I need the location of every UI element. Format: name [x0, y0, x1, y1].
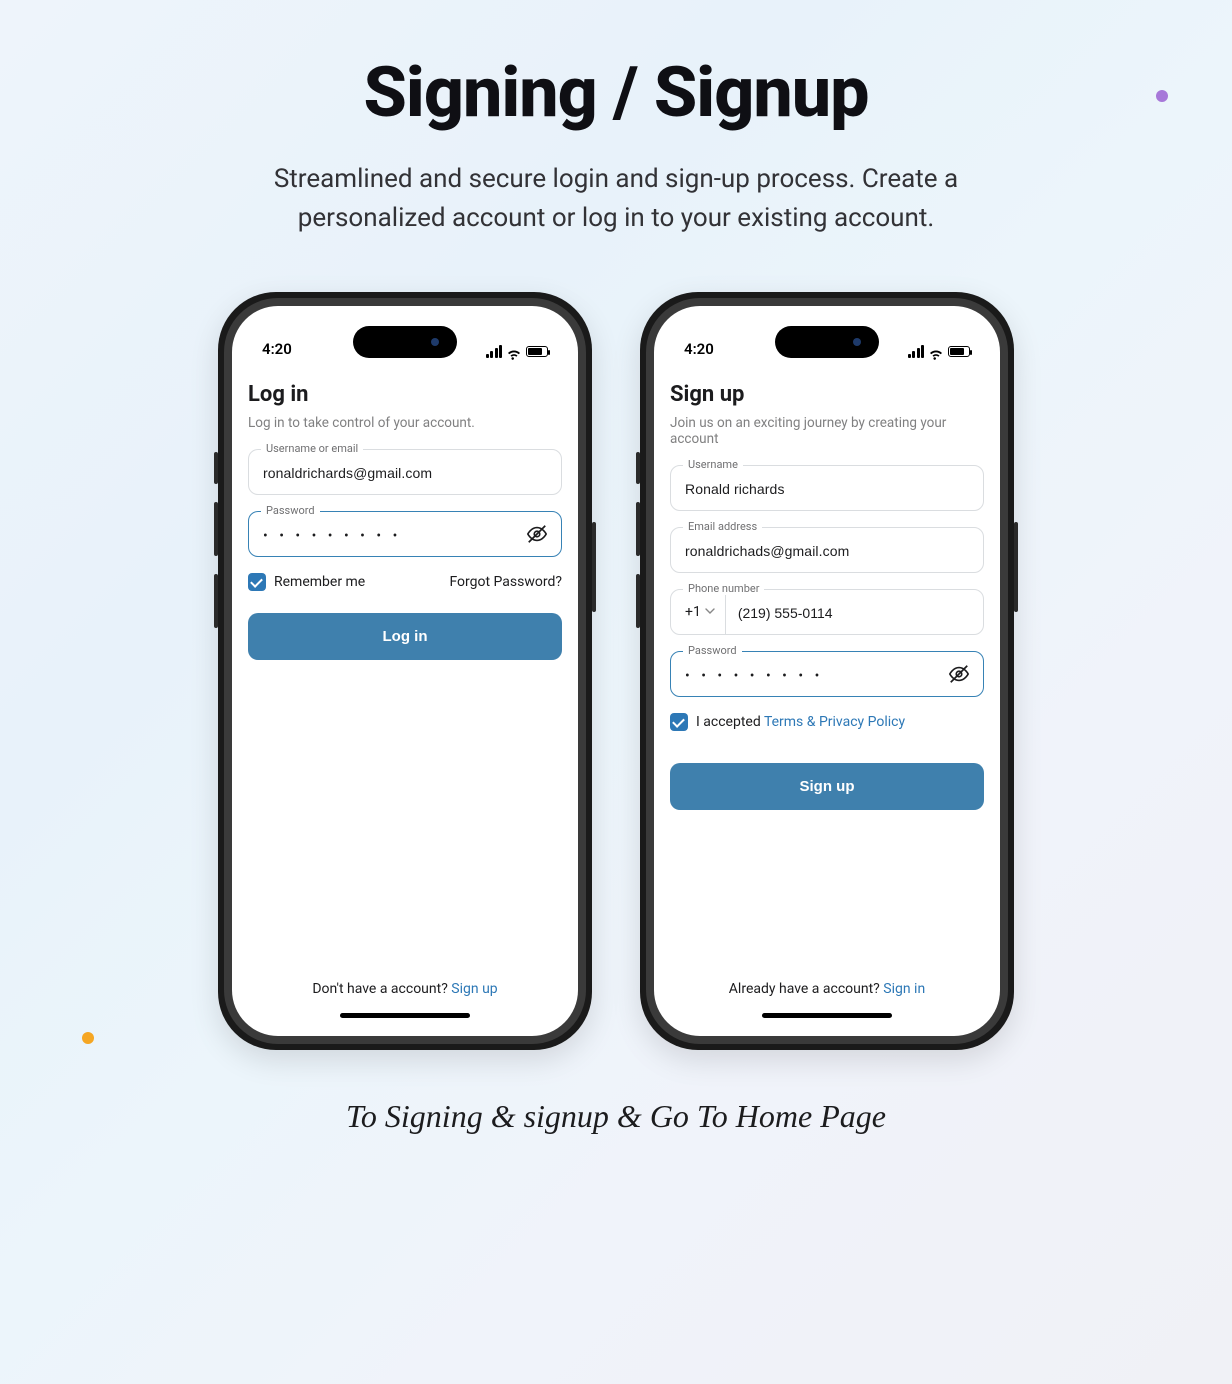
- login-subtitle: Log in to take control of your account.: [248, 415, 562, 431]
- status-time: 4:20: [684, 340, 714, 358]
- bg-dot-yellow: [82, 1032, 94, 1044]
- accept-terms-prefix: I accepted: [696, 714, 764, 730]
- signup-email-field[interactable]: Email address: [670, 527, 984, 573]
- signup-username-field[interactable]: Username: [670, 465, 984, 511]
- remember-me-checkbox[interactable]: Remember me: [248, 573, 365, 591]
- country-code-dropdown[interactable]: +1: [671, 590, 726, 634]
- login-title: Log in: [248, 382, 562, 407]
- dynamic-island: [775, 326, 879, 358]
- bg-dot-purple: [1156, 90, 1168, 102]
- signup-password-field[interactable]: Password • • • • • • • • •: [670, 651, 984, 697]
- accept-terms-checkbox[interactable]: I accepted Terms & Privacy Policy: [670, 713, 905, 731]
- login-footer: Don't have a account? Sign up: [248, 981, 562, 1013]
- signup-password-label: Password: [683, 644, 742, 657]
- signup-username-input[interactable]: [671, 466, 983, 510]
- login-password-field[interactable]: Password • • • • • • • • •: [248, 511, 562, 557]
- login-button[interactable]: Log in: [248, 613, 562, 660]
- hero-title: Signing / Signup: [0, 52, 1232, 134]
- check-icon: [670, 713, 688, 731]
- signup-phone-label: Phone number: [683, 582, 764, 595]
- login-password-label: Password: [261, 504, 320, 517]
- eye-off-icon[interactable]: [945, 660, 973, 688]
- signup-phone-field[interactable]: Phone number +1: [670, 589, 984, 635]
- hero-subtitle: Streamlined and secure login and sign-up…: [226, 160, 1006, 238]
- phone-frame-signup: 4:20 Sign up Join us on an exciting jour…: [640, 292, 1014, 1050]
- signup-email-input[interactable]: [671, 528, 983, 572]
- home-indicator: [762, 1013, 892, 1018]
- dynamic-island: [353, 326, 457, 358]
- signup-link[interactable]: Sign up: [451, 981, 497, 997]
- login-username-input[interactable]: [249, 450, 561, 494]
- signup-email-label: Email address: [683, 520, 762, 533]
- login-password-value: • • • • • • • • •: [249, 512, 561, 556]
- signup-username-label: Username: [683, 458, 743, 471]
- login-username-field[interactable]: Username or email: [248, 449, 562, 495]
- login-username-label: Username or email: [261, 442, 363, 455]
- signup-phone-input[interactable]: [726, 590, 983, 634]
- signin-link[interactable]: Sign in: [883, 981, 925, 997]
- home-indicator: [340, 1013, 470, 1018]
- signup-title: Sign up: [670, 382, 984, 407]
- battery-icon: [526, 346, 548, 357]
- cellular-icon: [908, 345, 925, 358]
- cellular-icon: [486, 345, 503, 358]
- signup-button[interactable]: Sign up: [670, 763, 984, 810]
- remember-me-label: Remember me: [274, 574, 365, 590]
- battery-icon: [948, 346, 970, 357]
- signup-subtitle: Join us on an exciting journey by creati…: [670, 415, 984, 447]
- status-time: 4:20: [262, 340, 292, 358]
- check-icon: [248, 573, 266, 591]
- terms-link[interactable]: Terms & Privacy Policy: [764, 714, 905, 730]
- wifi-icon: [506, 346, 522, 358]
- bottom-caption: To Signing & signup & Go To Home Page: [0, 1098, 1232, 1135]
- wifi-icon: [928, 346, 944, 358]
- eye-off-icon[interactable]: [523, 520, 551, 548]
- signup-footer: Already have a account? Sign in: [670, 981, 984, 1013]
- forgot-password-link[interactable]: Forgot Password?: [449, 574, 562, 590]
- phone-frame-login: 4:20 Log in Log in to take control of yo…: [218, 292, 592, 1050]
- chevron-down-icon: [705, 606, 715, 619]
- signup-password-value: • • • • • • • • •: [671, 652, 983, 696]
